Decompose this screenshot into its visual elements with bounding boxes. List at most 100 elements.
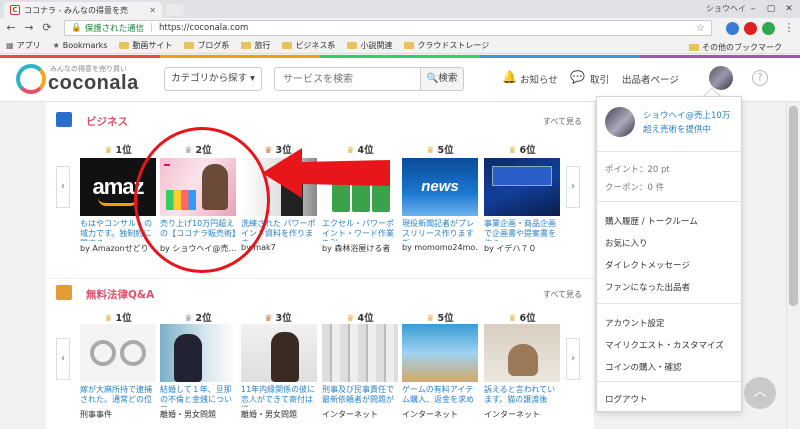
qa-title[interactable]: 訴えると言われています。猫の譲渡後 bbox=[484, 385, 560, 407]
back-icon[interactable]: ← bbox=[4, 21, 18, 35]
forward-icon[interactable]: → bbox=[22, 21, 36, 35]
qa-card[interactable]: 訴えると言われています。猫の譲渡後 インターネット bbox=[484, 324, 560, 420]
service-title[interactable]: 洗練された パワーポイント資料を作ります bbox=[241, 219, 317, 241]
service-card[interactable]: news 現役新聞記者がプレスリリース作ります 新 by momomo24mo… bbox=[402, 158, 478, 252]
qa-category[interactable]: インターネット bbox=[484, 409, 560, 420]
scrollbar-thumb[interactable] bbox=[789, 106, 798, 306]
qa-title[interactable]: 結婚して１年、旦那の不倫と金銭について bbox=[160, 385, 236, 407]
extension-icon[interactable] bbox=[744, 22, 757, 35]
service-card[interactable]: 事業企画・商品企画で企画書や提案書を作ら by イデハ７０ bbox=[484, 158, 560, 254]
service-title[interactable]: もはやコンサル・の域力です。独制約に関する bbox=[80, 219, 156, 241]
service-author[interactable]: by Amazonせどり bbox=[80, 243, 156, 254]
service-title[interactable]: 現役新聞記者がプレスリリース作ります 新 bbox=[402, 219, 478, 241]
bookmark-bookmarks[interactable]: ★ Bookmarks bbox=[53, 41, 108, 50]
service-thumbnail[interactable] bbox=[160, 158, 236, 216]
qa-category[interactable]: インターネット bbox=[402, 409, 478, 420]
avatar[interactable] bbox=[605, 107, 635, 137]
window-user-label[interactable]: ショウヘイ bbox=[706, 3, 746, 14]
service-author[interactable]: by mak7 bbox=[241, 243, 317, 252]
service-author[interactable]: by ショウヘイ@売… bbox=[160, 243, 236, 254]
carousel-prev-button[interactable]: ‹ bbox=[56, 338, 70, 380]
search-input[interactable] bbox=[274, 67, 420, 91]
other-bookmarks[interactable]: その他のブックマーク bbox=[689, 42, 782, 53]
extension-icon[interactable] bbox=[762, 22, 775, 35]
bookmark-folder[interactable]: ビジネス系 bbox=[282, 40, 335, 51]
qa-title[interactable]: 11年内縁関係の彼に恋人ができて寄付は追 bbox=[241, 385, 317, 407]
qa-thumbnail[interactable] bbox=[322, 324, 398, 382]
close-tab-icon[interactable]: ✕ bbox=[149, 6, 156, 15]
qa-thumbnail[interactable] bbox=[241, 324, 317, 382]
bookmark-folder[interactable]: 小説関連 bbox=[347, 40, 392, 51]
vertical-scrollbar[interactable] bbox=[786, 102, 800, 429]
bookmark-folder[interactable]: 動画サイト bbox=[119, 40, 172, 51]
carousel-next-button[interactable]: › bbox=[566, 166, 580, 208]
service-card[interactable]: amaz もはやコンサル・の域力です。独制約に関する by Amazonせどり bbox=[80, 158, 156, 254]
qa-card[interactable]: 刑事及び民事責任で最新依頼者が問題が インターネット bbox=[322, 324, 398, 420]
help-icon[interactable]: ? bbox=[752, 70, 768, 86]
qa-category[interactable]: インターネット bbox=[322, 409, 398, 420]
browser-tab[interactable]: C ココナラ - みんなの得意を売 ✕ bbox=[4, 2, 162, 18]
address-bar[interactable]: 🔒 保護された通信 | https://coconala.com ☆ bbox=[64, 20, 712, 36]
menu-item-coins[interactable]: コインの購入・確認 bbox=[605, 361, 682, 373]
service-card[interactable]: 売り上げ10万円超えの【ココナラ販売術】 by ショウヘイ@売… bbox=[160, 158, 236, 254]
user-headline[interactable]: 超え売術を提供中 bbox=[643, 123, 711, 135]
qa-category[interactable]: 離婚・男女問題 bbox=[241, 409, 317, 420]
qa-category[interactable]: 離婚・男女問題 bbox=[160, 409, 236, 420]
service-title[interactable]: 事業企画・商品企画で企画書や提案書を作ら bbox=[484, 219, 560, 241]
user-name[interactable]: ショウヘイ@売上10万 bbox=[643, 109, 730, 121]
reload-icon[interactable]: ⟳ bbox=[40, 21, 54, 35]
service-thumbnail[interactable]: amaz bbox=[80, 158, 156, 216]
scroll-to-top-button[interactable]: ︿ bbox=[744, 377, 776, 409]
category-button[interactable]: カテゴリから探す ▾ bbox=[164, 67, 262, 91]
coconala-logo-icon[interactable] bbox=[16, 64, 46, 94]
bookmark-folder[interactable]: ブログ系 bbox=[184, 40, 229, 51]
seller-page-link[interactable]: 出品者ページ bbox=[622, 72, 679, 86]
service-title[interactable]: エクセル・パワーポイント・ワード作業を引 bbox=[322, 219, 398, 241]
carousel-next-button[interactable]: › bbox=[566, 338, 580, 380]
logo-text[interactable]: coconala bbox=[48, 72, 139, 95]
menu-item-purchase-history[interactable]: 購入履歴 / トークルーム bbox=[605, 215, 698, 227]
qa-title[interactable]: 嫁が大麻所持で逮捕された。通常どの位 bbox=[80, 385, 156, 407]
service-author[interactable]: by momomo24mo… bbox=[402, 243, 478, 252]
menu-item-my-requests[interactable]: マイリクエスト・カスタマイズ bbox=[605, 339, 724, 351]
bell-icon[interactable]: 🔔 bbox=[502, 70, 517, 84]
qa-thumbnail[interactable] bbox=[80, 324, 156, 382]
service-thumbnail[interactable] bbox=[484, 158, 560, 216]
service-thumbnail[interactable]: news bbox=[402, 158, 478, 216]
bookmark-apps[interactable]: ▦ アプリ bbox=[6, 40, 41, 51]
see-all-link[interactable]: すべて見る bbox=[543, 289, 582, 300]
notifications-link[interactable]: お知らせ bbox=[520, 72, 558, 86]
extension-icon[interactable] bbox=[726, 22, 739, 35]
service-author[interactable]: by 森林浴屋ける者 bbox=[322, 243, 398, 254]
bookmark-folder[interactable]: クラウドストレージ bbox=[404, 40, 489, 51]
qa-card[interactable]: ゲームの有料アイテム購入、返金を求め インターネット bbox=[402, 324, 478, 420]
qa-card[interactable]: 結婚して１年、旦那の不倫と金銭について 離婚・男女問題 bbox=[160, 324, 236, 420]
menu-item-fan-sellers[interactable]: ファンになった出品者 bbox=[605, 281, 690, 293]
qa-category[interactable]: 刑事事件 bbox=[80, 409, 156, 420]
search-button[interactable]: 🔍検索 bbox=[420, 67, 464, 91]
qa-card[interactable]: 嫁が大麻所持で逮捕された。通常どの位 刑事事件 bbox=[80, 324, 156, 420]
chat-icon[interactable]: 💬 bbox=[570, 70, 585, 84]
bookmark-folder[interactable]: 旅行 bbox=[241, 40, 270, 51]
bookmark-star-icon[interactable]: ☆ bbox=[696, 23, 705, 34]
qa-card[interactable]: 11年内縁関係の彼に恋人ができて寄付は追 離婚・男女問題 bbox=[241, 324, 317, 420]
carousel-prev-button[interactable]: ‹ bbox=[56, 166, 70, 208]
qa-title[interactable]: ゲームの有料アイテム購入、返金を求め bbox=[402, 385, 478, 407]
service-author[interactable]: by イデハ７０ bbox=[484, 243, 560, 254]
qa-thumbnail[interactable] bbox=[402, 324, 478, 382]
menu-item-account-settings[interactable]: アカウント設定 bbox=[605, 317, 665, 329]
logout-button[interactable]: ログアウト bbox=[605, 393, 648, 405]
avatar[interactable] bbox=[709, 66, 733, 90]
service-title[interactable]: 売り上げ10万円超えの【ココナラ販売術】 bbox=[160, 219, 236, 241]
qa-thumbnail[interactable] bbox=[484, 324, 560, 382]
see-all-link[interactable]: すべて見る bbox=[543, 116, 582, 127]
qa-thumbnail[interactable] bbox=[160, 324, 236, 382]
new-tab-button[interactable] bbox=[166, 4, 184, 16]
trades-link[interactable]: 取引 bbox=[590, 72, 609, 86]
menu-icon[interactable]: ⋮ bbox=[782, 21, 796, 35]
close-window-icon[interactable]: ✕ bbox=[778, 2, 800, 16]
qa-title[interactable]: 刑事及び民事責任で最新依頼者が問題が bbox=[322, 385, 398, 407]
dropdown-user[interactable]: ショウヘイ@売上10万 超え売術を提供中 bbox=[605, 105, 735, 145]
menu-item-direct-message[interactable]: ダイレクトメッセージ bbox=[605, 259, 690, 271]
menu-item-favorites[interactable]: お気に入り bbox=[605, 237, 648, 249]
